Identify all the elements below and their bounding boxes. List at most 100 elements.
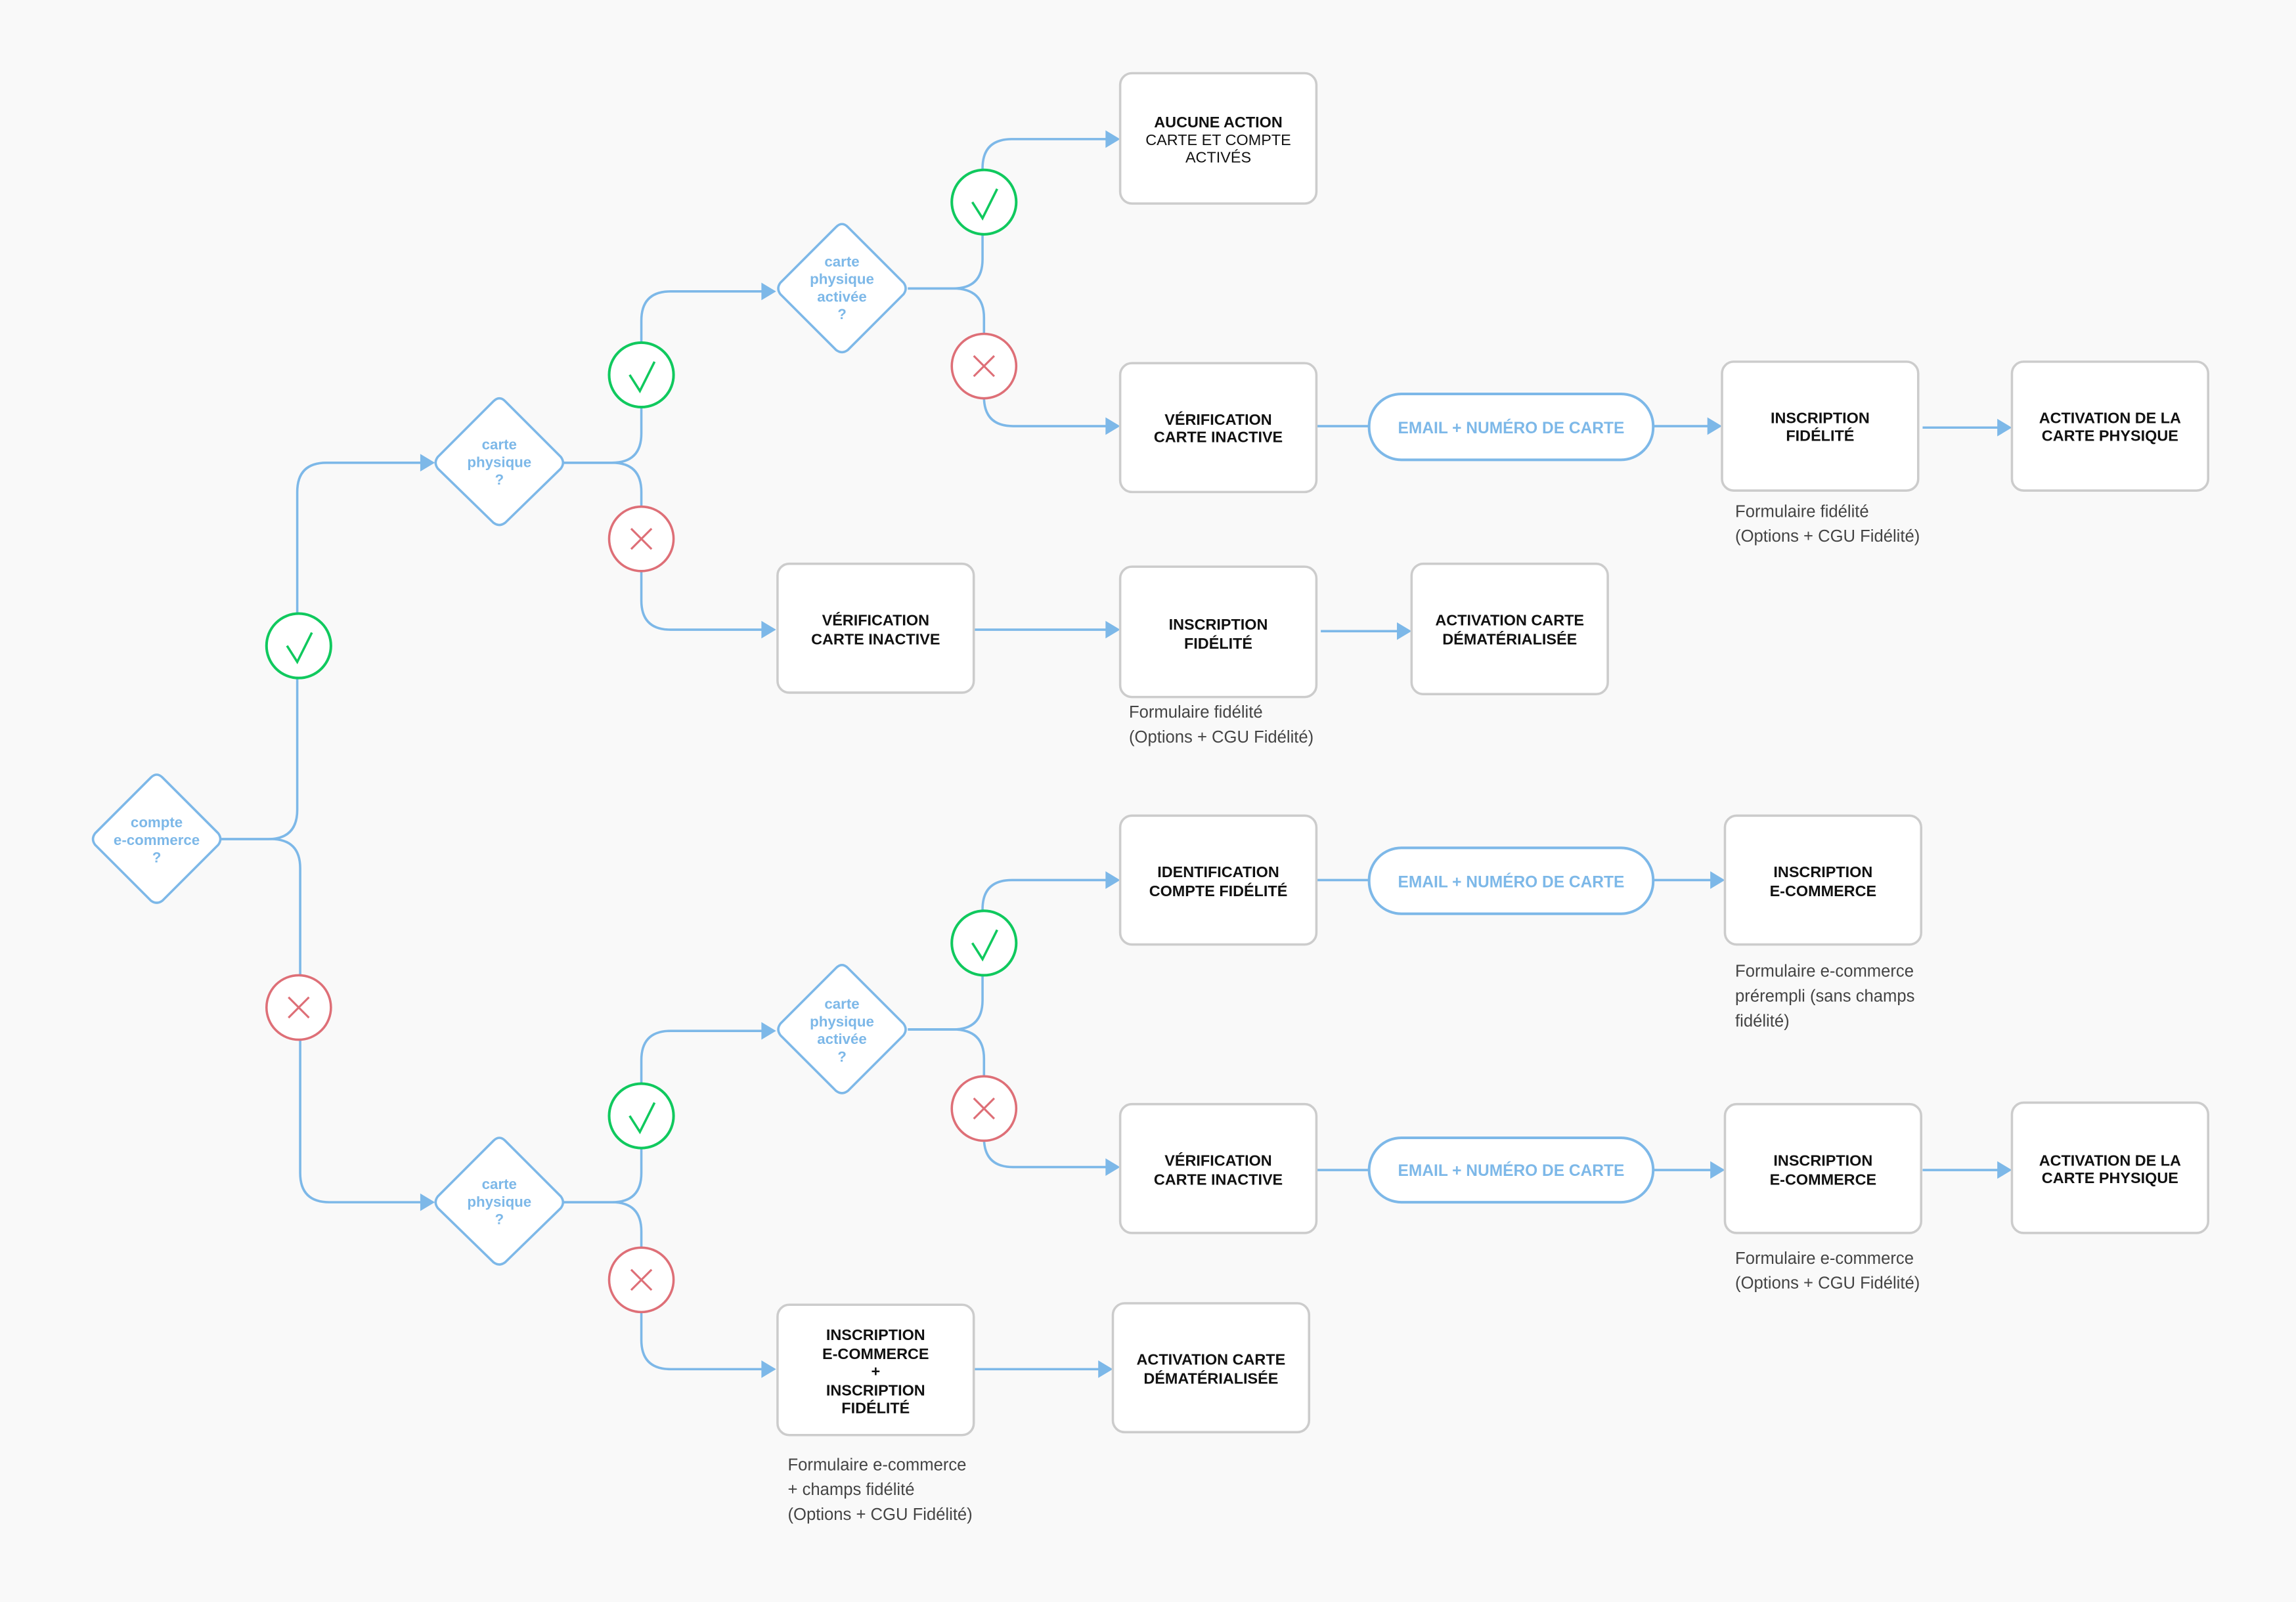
box-title: AUCUNE ACTION: [1154, 114, 1282, 131]
yes-marker: [265, 612, 332, 680]
box-line: VÉRIFICATION: [1164, 1151, 1271, 1169]
box-line: FIDÉLITÉ: [1786, 426, 1854, 444]
box-note: Formulaire e-commerce: [1735, 1249, 1914, 1268]
box-verification-carte-inactive[interactable]: VÉRIFICATION CARTE INACTIVE: [1118, 1102, 1318, 1234]
decision-label-line: carte: [824, 996, 859, 1012]
box-note: + champs fidélité: [788, 1481, 915, 1499]
box-aucune-action[interactable]: AUCUNE ACTION CARTE ET COMPTE ACTIVÉS: [1118, 72, 1318, 205]
box-inscription-ecommerce-fidelite[interactable]: INSCRIPTION E-COMMERCE + INSCRIPTION FID…: [776, 1303, 975, 1437]
box-note: fidélité): [1735, 1012, 1790, 1030]
yes-marker: [607, 341, 675, 409]
decision-label-line: activée: [817, 288, 867, 305]
flowchart-canvas: compte e-commerce ? carte physique ? car…: [91, 72, 2210, 1524]
box-note: Formulaire fidélité: [1129, 703, 1263, 722]
decision-label-line: e-commerce: [114, 832, 200, 848]
decision-label-line: physique: [467, 1194, 531, 1210]
no-marker: [607, 505, 675, 573]
decision-compte-ecommerce[interactable]: compte e-commerce ?: [91, 773, 222, 904]
box-line: VÉRIFICATION: [1164, 410, 1271, 428]
arrowhead: [1105, 417, 1120, 435]
arrowhead: [1997, 1161, 2012, 1179]
box-note: Formulaire e-commerce: [788, 1456, 967, 1474]
arrowhead: [1997, 418, 2012, 437]
box-line: ACTIVÉS: [1185, 149, 1251, 166]
box-line: ACTIVATION CARTE: [1137, 1351, 1286, 1368]
arrowhead: [1397, 622, 1412, 640]
arrowhead: [1098, 1360, 1113, 1378]
box-inscription-ecommerce[interactable]: INSCRIPTION E-COMMERCE: [1723, 814, 1923, 946]
box-line: CARTE INACTIVE: [811, 630, 940, 647]
box-activation-carte-physique[interactable]: ACTIVATION DE LA CARTE PHYSIQUE: [2010, 360, 2210, 492]
box-activation-carte-physique[interactable]: ACTIVATION DE LA CARTE PHYSIQUE: [2010, 1101, 2210, 1234]
arrowhead: [761, 1022, 776, 1040]
box-line: ACTIVATION DE LA: [2039, 1152, 2181, 1169]
box-note: Formulaire fidélité: [1735, 502, 1869, 521]
box-activation-carte-dematerialisee[interactable]: ACTIVATION CARTE DÉMATÉRIALISÉE: [1111, 1302, 1311, 1434]
decision-label-line: physique: [810, 1013, 874, 1029]
box-line: CARTE ET COMPTE: [1145, 131, 1291, 148]
box-verification-carte-inactive[interactable]: VÉRIFICATION CARTE INACTIVE: [1118, 362, 1318, 494]
arrowhead: [1105, 130, 1120, 148]
yes-marker: [950, 168, 1018, 236]
box-identification-compte-fidelite[interactable]: IDENTIFICATION COMPTE FIDÉLITÉ: [1118, 814, 1318, 946]
box-verification-carte-inactive[interactable]: VÉRIFICATION CARTE INACTIVE: [776, 562, 975, 694]
decision-carte-physique-bottom[interactable]: carte physique ?: [434, 1137, 565, 1266]
decision-carte-activee-top[interactable]: carte physique activée ?: [777, 223, 907, 354]
box-line: DÉMATÉRIALISÉE: [1143, 1370, 1278, 1387]
decision-carte-physique-top[interactable]: carte physique ?: [434, 397, 565, 527]
arrowhead: [761, 620, 776, 639]
decision-label-line: physique: [810, 271, 874, 288]
decision-label-line: ?: [837, 306, 847, 322]
box-note: (Options + CGU Fidélité): [1735, 527, 1920, 546]
email-card-label: EMAIL + NUMÉRO DE CARTE: [1398, 873, 1625, 892]
arrowhead: [1105, 1158, 1120, 1176]
box-line: CARTE PHYSIQUE: [2042, 1169, 2178, 1186]
arrowhead: [761, 1360, 776, 1378]
no-marker: [607, 1246, 675, 1314]
box-line: FIDÉLITÉ: [1184, 634, 1252, 652]
no-marker: [950, 332, 1018, 400]
box-line: E-COMMERCE: [1770, 1171, 1877, 1188]
box-inscription-ecommerce[interactable]: INSCRIPTION E-COMMERCE: [1723, 1102, 1923, 1234]
box-line: ACTIVATION DE LA: [2039, 410, 2181, 427]
yes-marker: [607, 1082, 675, 1150]
decision-carte-activee-bottom[interactable]: carte physique activée ?: [777, 964, 907, 1094]
no-marker: [950, 1075, 1018, 1142]
box-line: CARTE PHYSIQUE: [2042, 427, 2178, 444]
arrowhead: [761, 282, 776, 301]
box-inscription-fidelite[interactable]: INSCRIPTION FIDÉLITÉ: [1118, 565, 1318, 699]
email-card-input[interactable]: EMAIL + NUMÉRO DE CARTE: [1367, 846, 1655, 915]
arrowhead: [1710, 1161, 1725, 1179]
arrowhead: [1105, 871, 1120, 889]
decision-label-line: ?: [495, 1211, 504, 1228]
box-line: INSCRIPTION: [1169, 616, 1268, 633]
box-line: CARTE INACTIVE: [1154, 429, 1283, 446]
box-line: COMPTE FIDÉLITÉ: [1149, 882, 1288, 899]
email-card-input[interactable]: EMAIL + NUMÉRO DE CARTE: [1367, 1136, 1655, 1204]
decision-label-line: ?: [495, 471, 504, 488]
no-marker: [265, 974, 332, 1041]
arrowhead: [1105, 620, 1120, 639]
box-inscription-fidelite[interactable]: INSCRIPTION FIDÉLITÉ: [1721, 360, 1920, 492]
box-activation-carte-dematerialisee[interactable]: ACTIVATION CARTE DÉMATÉRIALISÉE: [1410, 562, 1609, 695]
email-card-input[interactable]: EMAIL + NUMÉRO DE CARTE: [1367, 392, 1655, 462]
decision-label-line: carte: [482, 1176, 517, 1192]
box-note: (Options + CGU Fidélité): [788, 1505, 973, 1524]
box-line: E-COMMERCE: [822, 1345, 929, 1362]
box-line: +: [871, 1363, 880, 1380]
arrowhead: [420, 454, 435, 472]
box-line: INSCRIPTION: [1773, 1152, 1872, 1169]
decision-label-line: carte: [482, 437, 517, 453]
box-line: VÉRIFICATION: [822, 611, 929, 628]
email-card-label: EMAIL + NUMÉRO DE CARTE: [1398, 1161, 1625, 1180]
box-line: INSCRIPTION: [1773, 863, 1872, 880]
yes-marker: [950, 909, 1018, 977]
decision-label-line: activée: [817, 1031, 867, 1047]
box-line: E-COMMERCE: [1770, 882, 1877, 899]
arrowhead: [1707, 417, 1722, 435]
box-line: INSCRIPTION: [1771, 410, 1870, 427]
box-note: (Options + CGU Fidélité): [1735, 1274, 1920, 1293]
box-line: INSCRIPTION: [826, 1382, 925, 1399]
decision-label-line: compte: [131, 814, 183, 831]
box-line: IDENTIFICATION: [1157, 863, 1279, 880]
